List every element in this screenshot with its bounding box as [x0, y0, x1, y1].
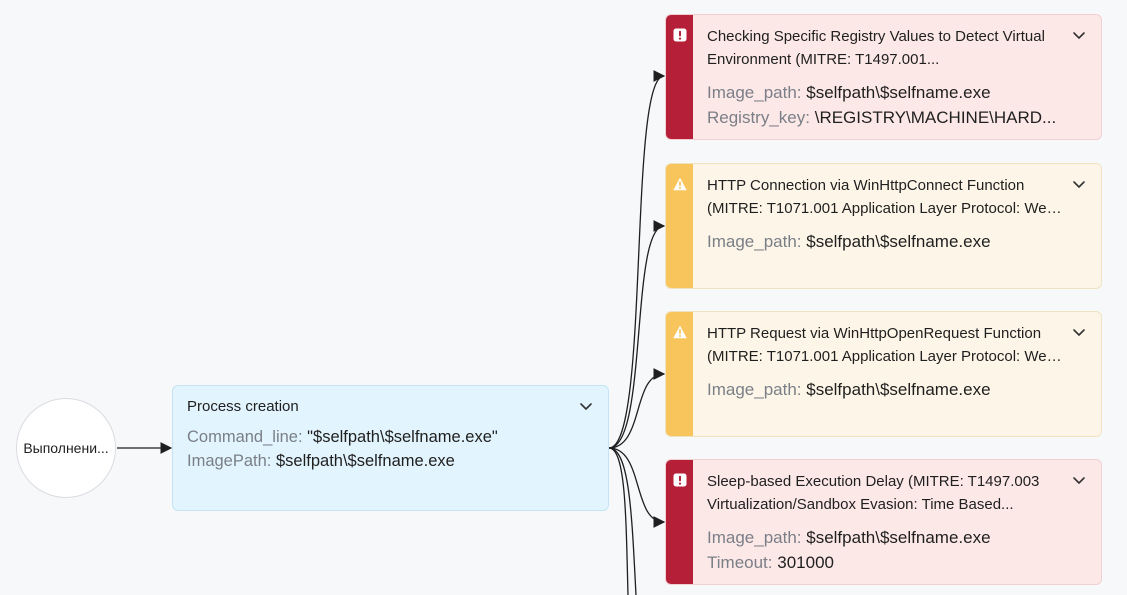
field-key: Image_path: — [707, 528, 802, 547]
start-node[interactable]: Выполнени... — [16, 398, 116, 498]
detection-title: Checking Specific Registry Values to Det… — [707, 25, 1065, 71]
detection-field: Image_path: $selfpath\$selfname.exe — [707, 525, 1065, 550]
process-creation-card[interactable]: Process creation Command_line: "$selfpat… — [172, 385, 609, 511]
detection-title: Sleep-based Execution Delay (MITRE: T149… — [707, 470, 1065, 516]
detection-field: Image_path: $selfpath\$selfname.exe — [707, 377, 1065, 402]
detection-title: HTTP Connection via WinHttpConnect Funct… — [707, 174, 1065, 220]
field-key: Command_line: — [187, 428, 303, 446]
severity-stripe — [666, 312, 693, 436]
chevron-down-icon[interactable] — [1071, 176, 1087, 192]
chevron-down-icon[interactable] — [1071, 324, 1087, 340]
detection-field: Timeout: 301000 — [707, 550, 1065, 575]
field-key: Image_path: — [707, 83, 802, 102]
field-value: $selfpath\$selfname.exe — [806, 83, 991, 102]
edge-process-to-detection-1 — [608, 70, 666, 449]
field-value: \REGISTRY\MACHINE\HARD... — [814, 108, 1057, 127]
edge-process-to-detection-4 — [608, 447, 666, 528]
exclamation-square-icon — [673, 28, 687, 42]
severity-stripe — [666, 460, 693, 584]
start-node-label: Выполнени... — [23, 440, 109, 456]
detection-title-line2: Environment (MITRE: T1497.001... — [707, 51, 940, 68]
chevron-down-icon[interactable] — [1071, 472, 1087, 488]
detection-title-line2: (MITRE: T1071.001 Application Layer Prot… — [707, 348, 1065, 365]
field-value: $selfpath\$selfname.exe — [806, 380, 991, 399]
warning-triangle-icon — [673, 177, 687, 191]
detection-card-registry-check[interactable]: Checking Specific Registry Values to Det… — [665, 14, 1102, 140]
detection-card-sleep-delay[interactable]: Sleep-based Execution Delay (MITRE: T149… — [665, 459, 1102, 585]
detection-title-line1: HTTP Connection via WinHttpConnect Funct… — [707, 177, 1025, 194]
detection-title-line1: Checking Specific Registry Values to Det… — [707, 28, 1045, 45]
field-value: "$selfpath\$selfname.exe" — [307, 428, 498, 446]
detection-title-line1: HTTP Request via WinHttpOpenRequest Func… — [707, 325, 1042, 342]
detection-field: Registry_key: \REGISTRY\MACHINE\HARD... — [707, 105, 1065, 130]
field-value: $selfpath\$selfname.exe — [275, 452, 455, 470]
field-key: Registry_key: — [707, 108, 810, 127]
field-key: ImagePath: — [187, 452, 272, 470]
edge-process-to-detection-2 — [608, 220, 666, 449]
field-key: Image_path: — [707, 380, 802, 399]
detection-title-line2: Virtualization/Sandbox Evasion: Time Bas… — [707, 496, 1014, 513]
edge-process-to-detection-3 — [608, 368, 666, 449]
field-key: Image_path: — [707, 232, 802, 251]
detection-title: HTTP Request via WinHttpOpenRequest Func… — [707, 322, 1065, 368]
field-value: $selfpath\$selfname.exe — [806, 528, 991, 547]
process-card-title: Process creation — [187, 398, 299, 415]
field-key: Timeout: — [707, 553, 773, 572]
severity-stripe — [666, 15, 693, 139]
chevron-down-icon[interactable] — [1071, 27, 1087, 43]
detection-card-http-request[interactable]: HTTP Request via WinHttpOpenRequest Func… — [665, 311, 1102, 437]
field-value: $selfpath\$selfname.exe — [806, 232, 991, 251]
detection-field: Image_path: $selfpath\$selfname.exe — [707, 229, 1065, 254]
process-field-command-line: Command_line: "$selfpath\$selfname.exe" — [187, 425, 594, 449]
detection-field: Image_path: $selfpath\$selfname.exe — [707, 80, 1065, 105]
field-value: 301000 — [777, 553, 834, 572]
warning-triangle-icon — [673, 325, 687, 339]
detection-title-line1: Sleep-based Execution Delay (MITRE: T149… — [707, 473, 1040, 490]
edge-process-to-offscreen-2 — [608, 447, 629, 595]
chevron-down-icon[interactable] — [578, 398, 594, 414]
process-field-image-path: ImagePath: $selfpath\$selfname.exe — [187, 449, 594, 473]
detection-card-http-connect[interactable]: HTTP Connection via WinHttpConnect Funct… — [665, 163, 1102, 289]
edge-process-to-offscreen-1 — [608, 447, 637, 595]
detection-title-line2: (MITRE: T1071.001 Application Layer Prot… — [707, 200, 1065, 217]
severity-stripe — [666, 164, 693, 288]
exclamation-square-icon — [673, 473, 687, 487]
